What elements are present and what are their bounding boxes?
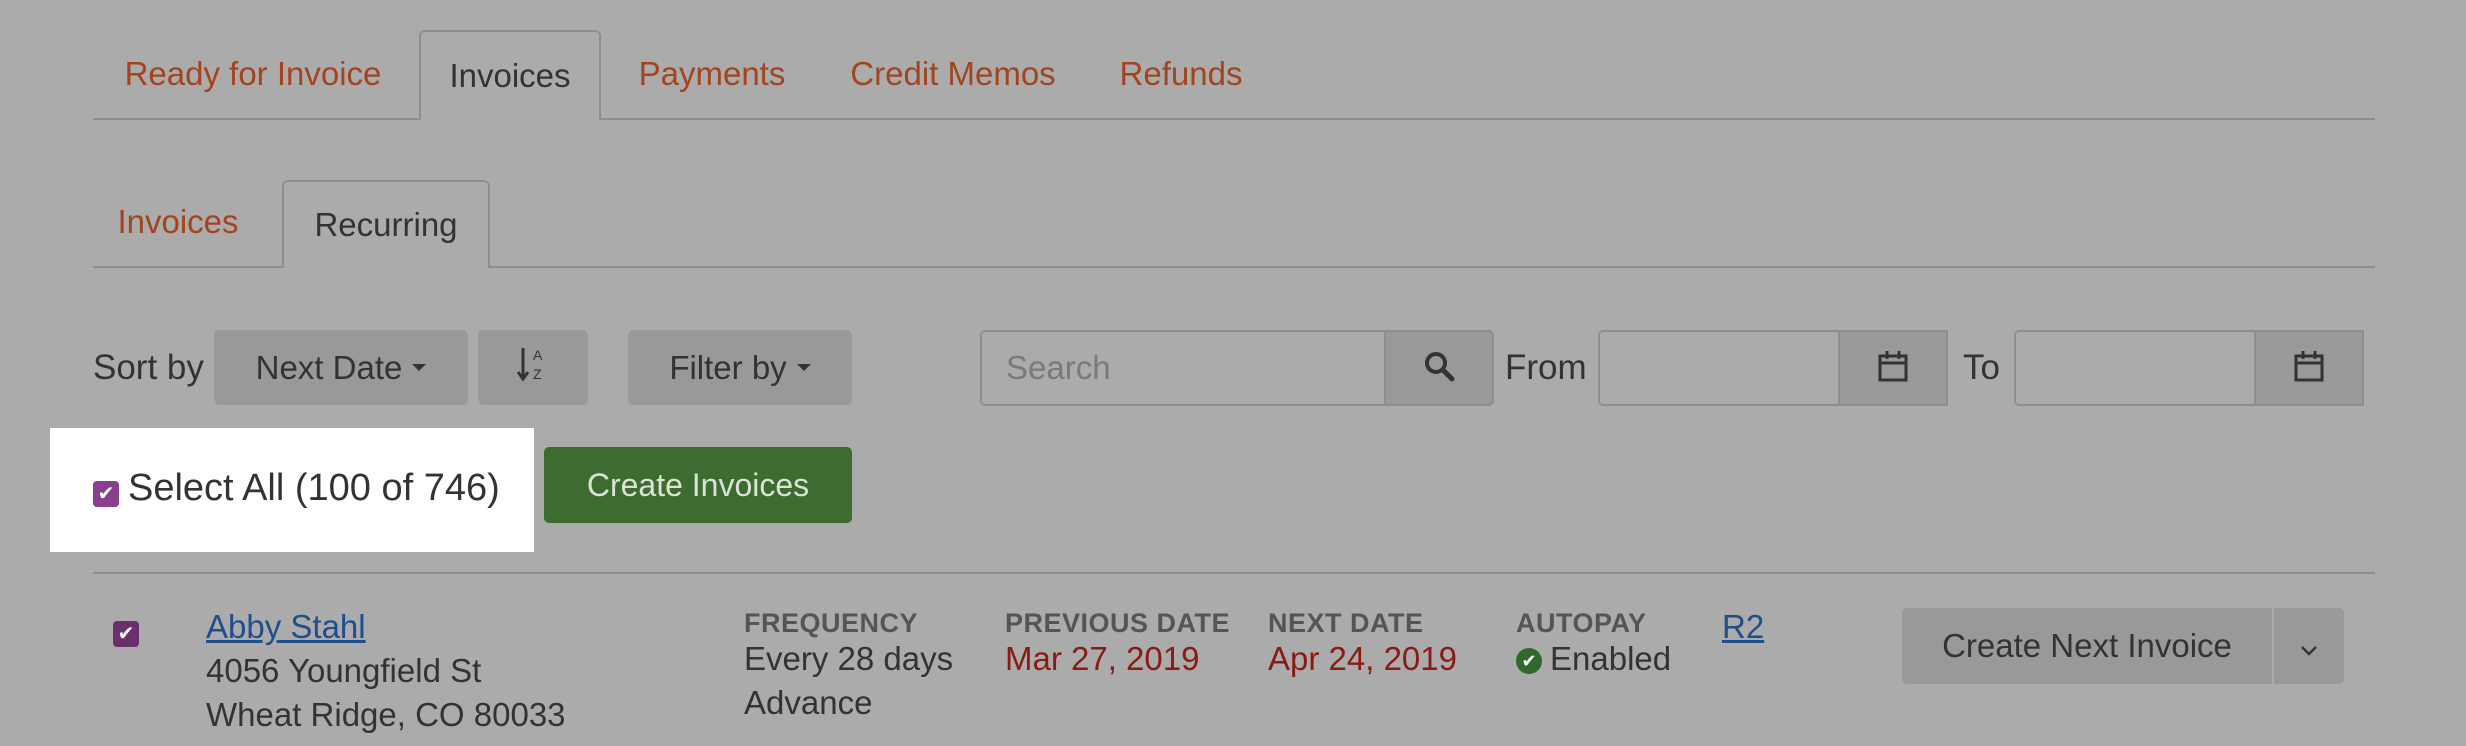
tab-ready-for-invoice[interactable]: Ready for Invoice <box>103 32 403 116</box>
main-tab-bar: Ready for Invoice Invoices Payments Cred… <box>93 0 2375 120</box>
frequency-label: FREQUENCY <box>744 608 919 638</box>
reference-link[interactable]: R2 <box>1722 608 1764 646</box>
svg-text:A: A <box>533 347 543 363</box>
create-invoices-button[interactable]: Create Invoices <box>544 447 852 523</box>
chevron-down-icon <box>2300 627 2318 665</box>
tab-refunds[interactable]: Refunds <box>1103 32 1259 116</box>
tab-credit-memos[interactable]: Credit Memos <box>838 32 1068 116</box>
row-checkbox[interactable]: ✔ <box>113 621 139 647</box>
filter-by-label: Filter by <box>669 348 787 386</box>
sort-alpha-asc-icon: A Z <box>516 345 549 391</box>
from-calendar-button[interactable] <box>1838 330 1948 406</box>
caret-down-icon <box>412 364 427 371</box>
to-label: To <box>1963 348 2000 387</box>
to-calendar-button[interactable] <box>2254 330 2364 406</box>
sub-tab-bar: Invoices Recurring <box>93 118 2375 268</box>
create-next-invoice-button[interactable]: Create Next Invoice <box>1902 608 2272 684</box>
search-icon <box>1423 350 1455 387</box>
svg-text:Z: Z <box>533 366 542 382</box>
row-actions-dropdown[interactable] <box>2274 608 2344 684</box>
table-row: ✔ Abby Stahl 4056 Youngfield St Wheat Ri… <box>0 574 2466 746</box>
from-label: From <box>1505 348 1587 387</box>
tab-invoices[interactable]: Invoices <box>419 30 601 120</box>
sort-by-dropdown[interactable]: Next Date <box>214 330 468 405</box>
sort-direction-button[interactable]: A Z <box>478 330 588 405</box>
calendar-icon <box>2294 350 2324 387</box>
autopay-label: AUTOPAY <box>1516 608 1647 638</box>
customer-name-link[interactable]: Abby Stahl <box>206 608 366 646</box>
previous-date-value: Mar 27, 2019 <box>1005 640 1200 677</box>
frequency-mode: Advance <box>744 684 873 721</box>
check-circle-icon: ✔ <box>1516 648 1542 675</box>
address-line-1: 4056 Youngfield St <box>206 652 482 689</box>
sort-by-value: Next Date <box>255 348 403 386</box>
from-date-input[interactable] <box>1598 330 1840 406</box>
filter-by-dropdown[interactable]: Filter by <box>628 330 852 405</box>
subtab-invoices[interactable]: Invoices <box>103 180 253 264</box>
autopay-value: Enabled <box>1550 640 1672 677</box>
caret-down-icon <box>796 364 811 371</box>
next-date-label: NEXT DATE <box>1268 608 1424 638</box>
next-date-value: Apr 24, 2019 <box>1268 640 1457 677</box>
select-all-label[interactable]: Select All (100 of 746) <box>128 467 500 510</box>
sort-by-label: Sort by <box>93 348 204 387</box>
select-all-checkbox[interactable]: ✔ <box>93 481 119 507</box>
previous-date-label: PREVIOUS DATE <box>1005 608 1231 638</box>
autopay-status: ✔ Enabled <box>1516 640 1671 678</box>
search-input[interactable]: Search <box>980 330 1386 406</box>
to-date-input[interactable] <box>2014 330 2256 406</box>
search-button[interactable] <box>1384 330 1494 406</box>
search-placeholder: Search <box>1006 349 1111 386</box>
subtab-recurring[interactable]: Recurring <box>282 180 490 268</box>
frequency-value: Every 28 days <box>744 640 954 677</box>
tab-payments[interactable]: Payments <box>619 32 805 116</box>
calendar-icon <box>1878 350 1908 387</box>
create-next-invoice-label: Create Next Invoice <box>1942 627 2232 664</box>
address-line-2: Wheat Ridge, CO 80033 <box>206 696 566 733</box>
